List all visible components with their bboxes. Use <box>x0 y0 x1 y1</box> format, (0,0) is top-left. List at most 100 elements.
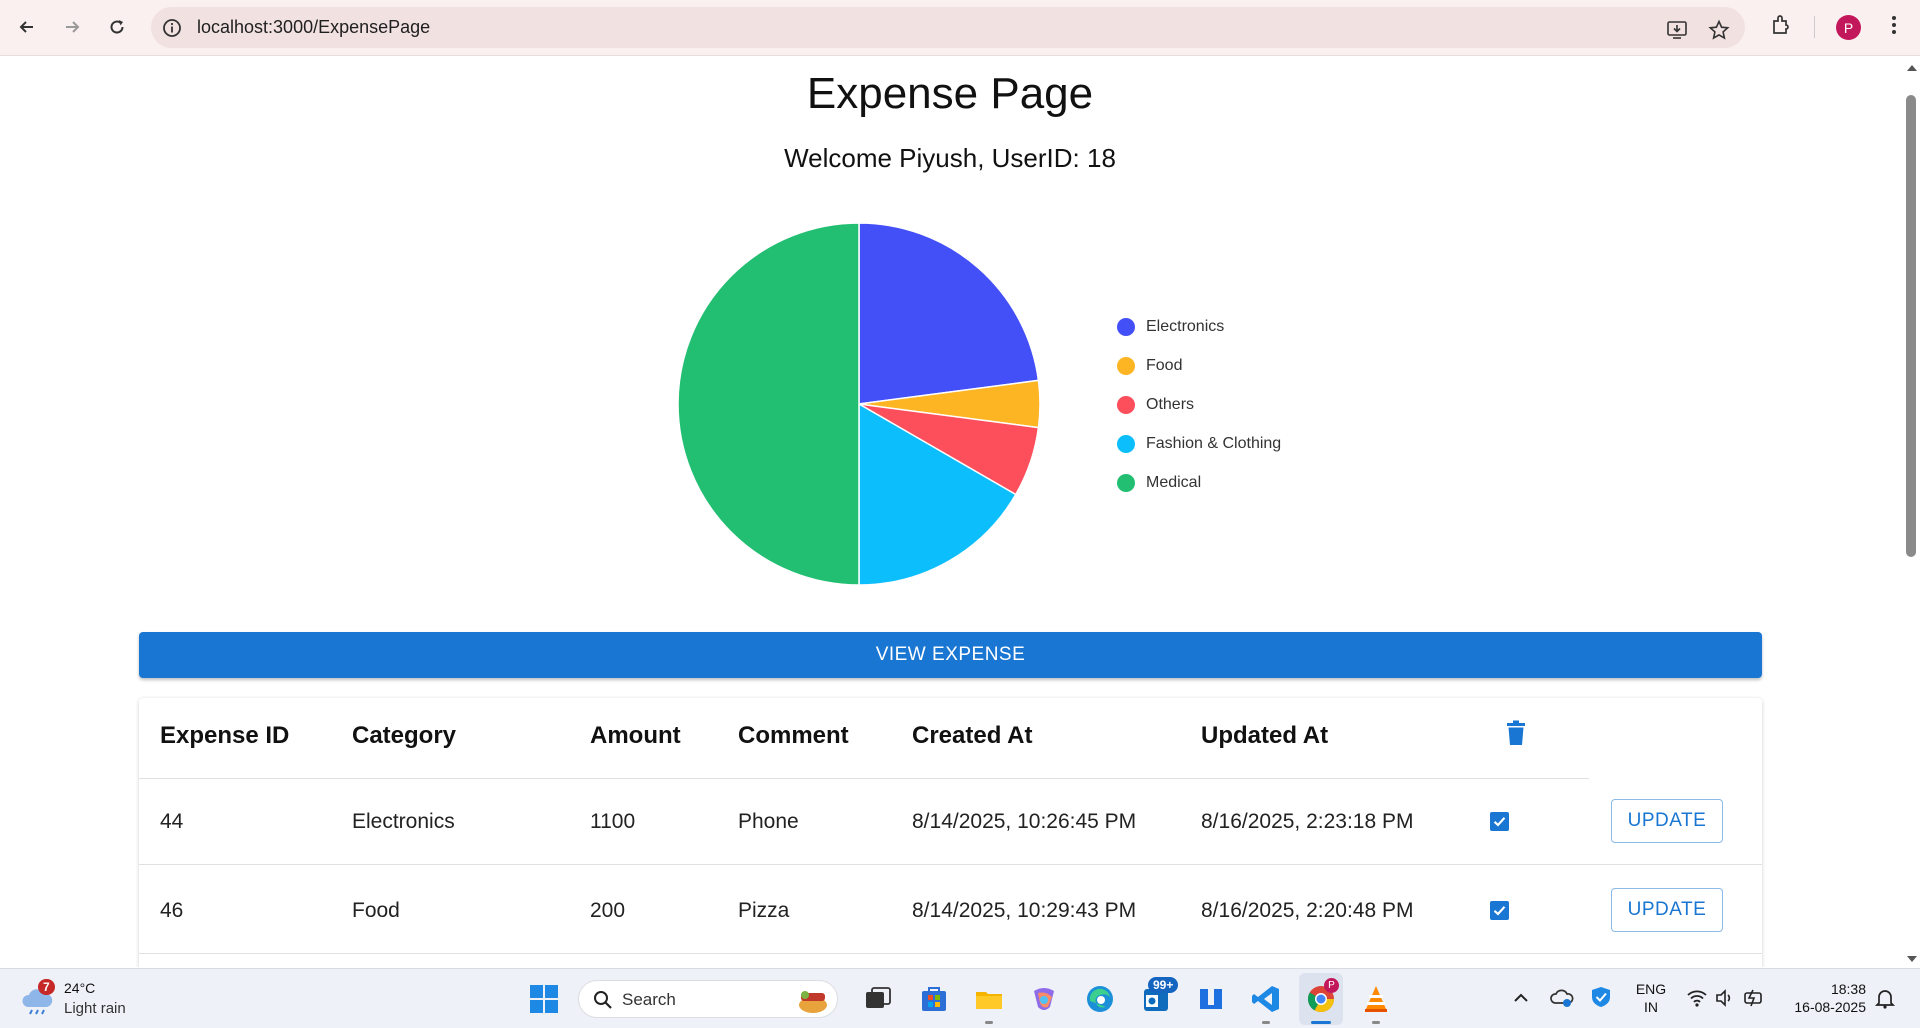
legend-color-dot <box>1117 317 1135 336</box>
microsoft-store-icon[interactable] <box>918 983 950 1015</box>
vscode-icon[interactable] <box>1250 983 1282 1015</box>
taskbar-search[interactable]: Search <box>578 980 838 1018</box>
bookmark-star-icon[interactable] <box>1708 19 1730 41</box>
install-app-icon[interactable] <box>1666 19 1688 41</box>
scroll-up-arrow-icon[interactable] <box>1904 61 1920 75</box>
scrollbar-thumb[interactable] <box>1906 95 1916 557</box>
update-button[interactable]: UPDATE <box>1611 888 1723 932</box>
extensions-icon[interactable] <box>1769 13 1793 37</box>
address-bar[interactable]: localhost:3000/ExpensePage <box>151 7 1745 48</box>
vlc-running-indicator <box>1372 1021 1380 1024</box>
forward-arrow-icon <box>66 21 80 33</box>
back-button[interactable] <box>11 11 43 43</box>
row-select-checkbox[interactable] <box>1490 901 1509 920</box>
notification-bell-icon[interactable] <box>1874 987 1896 1009</box>
copilot-icon[interactable] <box>1028 983 1060 1015</box>
clock-time: 18:38 <box>1830 981 1866 997</box>
weather-temperature[interactable]: 24°C <box>64 980 95 996</box>
site-info-icon[interactable] <box>161 17 183 39</box>
security-shield-icon[interactable] <box>1590 985 1612 1009</box>
battery-charging-icon[interactable] <box>1743 986 1765 1010</box>
page-content: Expense Page Welcome Piyush, UserID: 18 … <box>0 57 1904 967</box>
vscode-running-indicator <box>1262 1021 1270 1024</box>
chart-legend: Electronics Food Others Fashion & Clothing M… <box>1117 307 1281 502</box>
vlc-icon[interactable] <box>1360 983 1392 1015</box>
view-expense-button[interactable]: VIEW EXPENSE <box>139 632 1762 678</box>
header-divider <box>139 778 1589 779</box>
back-arrow-icon <box>19 21 33 33</box>
legend-item[interactable]: Electronics <box>1117 307 1281 346</box>
url-text[interactable]: localhost:3000/ExpensePage <box>197 17 430 38</box>
row-divider <box>139 953 1762 954</box>
legend-item[interactable]: Others <box>1117 385 1281 424</box>
cell-created-at: 8/14/2025, 10:26:45 PM <box>912 810 1137 833</box>
chrome-running-indicator <box>1311 1021 1331 1024</box>
cell-category: Food <box>352 899 400 922</box>
header-comment: Comment <box>738 722 849 749</box>
file-explorer-icon[interactable] <box>973 983 1005 1015</box>
language-indicator[interactable]: ENG IN <box>1631 980 1671 1016</box>
dev-app-icon[interactable] <box>1195 983 1227 1015</box>
cell-comment: Pizza <box>738 899 790 922</box>
region-code: IN <box>1644 999 1658 1015</box>
task-view-icon[interactable] <box>862 983 894 1015</box>
legend-color-dot <box>1117 434 1135 453</box>
pie-slice-electronics[interactable] <box>858 222 1040 405</box>
onedrive-cloud-icon[interactable] <box>1550 987 1574 1009</box>
weather-description[interactable]: Light rain <box>64 1000 126 1017</box>
legend-color-dot <box>1117 473 1135 492</box>
clock[interactable]: 18:38 16-08-2025 <box>1782 980 1866 1016</box>
legend-color-dot <box>1117 395 1135 414</box>
volume-icon[interactable] <box>1714 988 1734 1008</box>
weather-alert-badge: 7 <box>38 979 55 995</box>
legend-label: Others <box>1146 395 1195 413</box>
explorer-running-indicator <box>985 1021 993 1024</box>
header-category: Category <box>352 722 457 749</box>
legend-label: Fashion & Clothing <box>1146 434 1282 452</box>
legend-item[interactable]: Fashion & Clothing <box>1117 424 1281 463</box>
cell-amount: 1100 <box>590 810 636 833</box>
edge-browser-icon[interactable] <box>1084 983 1116 1015</box>
forward-button[interactable] <box>56 11 88 43</box>
chevron-up-icon[interactable] <box>1512 991 1530 1005</box>
checkmark-icon <box>1493 817 1506 827</box>
search-highlight-icon <box>799 991 827 1013</box>
legend-label: Electronics <box>1146 317 1225 335</box>
row-divider <box>139 864 1762 865</box>
search-label: Search <box>622 990 676 1009</box>
cell-amount: 200 <box>590 899 626 922</box>
toolbar-divider <box>1814 16 1815 38</box>
legend-item[interactable]: Food <box>1117 346 1281 385</box>
clock-date: 16-08-2025 <box>1794 999 1866 1015</box>
reload-icon <box>110 20 124 34</box>
browser-toolbar: localhost:3000/ExpensePage P <box>0 0 1920 56</box>
cell-expense-id: 46 <box>160 899 184 922</box>
reload-button[interactable] <box>101 11 133 43</box>
language-code: ENG <box>1635 981 1667 997</box>
cell-comment: Phone <box>738 810 799 833</box>
cell-updated-at: 8/16/2025, 2:23:18 PM <box>1201 810 1414 833</box>
update-button[interactable]: UPDATE <box>1611 799 1723 843</box>
header-expense-id: Expense ID <box>160 722 290 749</box>
windows-start-icon[interactable] <box>528 983 560 1015</box>
scroll-down-arrow-icon[interactable] <box>1904 952 1920 966</box>
cell-category: Electronics <box>352 810 455 833</box>
legend-color-dot <box>1117 356 1135 375</box>
profile-avatar[interactable]: P <box>1836 15 1861 40</box>
cell-expense-id: 44 <box>160 810 184 833</box>
header-created-at: Created At <box>912 722 1033 749</box>
header-amount: Amount <box>590 722 681 749</box>
search-icon <box>594 991 612 1009</box>
wifi-icon[interactable] <box>1686 989 1708 1007</box>
legend-label: Medical <box>1146 473 1202 491</box>
more-menu-icon[interactable] <box>1882 13 1906 37</box>
expense-pie-chart <box>677 222 1041 586</box>
trash-icon[interactable] <box>1505 720 1527 746</box>
row-select-checkbox[interactable] <box>1490 812 1509 831</box>
chrome-profile-badge: P <box>1324 978 1339 993</box>
mail-count-badge: 99+ <box>1148 977 1179 993</box>
cell-created-at: 8/14/2025, 10:29:43 PM <box>912 899 1137 922</box>
checkmark-icon <box>1493 906 1506 916</box>
pie-slice-medical[interactable] <box>677 222 860 586</box>
legend-item[interactable]: Medical <box>1117 463 1281 502</box>
